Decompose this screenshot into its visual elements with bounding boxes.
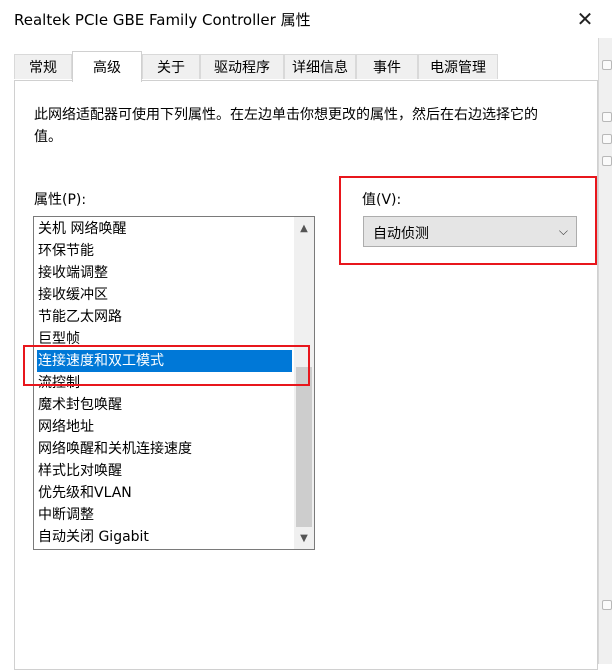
list-item[interactable]: 网络唤醒和关机连接速度: [37, 438, 192, 460]
tab-driver[interactable]: 驱动程序: [200, 54, 284, 79]
chevron-down-icon: ⌵: [558, 224, 568, 238]
tab-events[interactable]: 事件: [356, 54, 418, 79]
tab-details[interactable]: 详细信息: [284, 54, 356, 79]
background-window-edge: [598, 38, 612, 664]
list-item[interactable]: 环保节能: [37, 240, 94, 262]
value-label: 值(V):: [362, 192, 402, 208]
value-dropdown[interactable]: 自动侦测 ⌵: [363, 216, 577, 247]
list-item[interactable]: 网络地址: [37, 416, 94, 438]
background-window-icon: [602, 600, 612, 610]
background-window-icon: [602, 156, 612, 166]
scroll-up-arrow[interactable]: ▲: [294, 219, 314, 237]
list-item[interactable]: 节能乙太网路: [37, 306, 122, 328]
value-dropdown-text: 自动侦测: [373, 226, 429, 242]
tab-general[interactable]: 常规: [14, 54, 72, 79]
background-window-icon: [602, 134, 612, 144]
list-item[interactable]: 魔术封包唤醒: [37, 394, 122, 416]
property-label: 属性(P):: [34, 192, 87, 208]
list-item[interactable]: 自动关闭 Gigabit: [37, 526, 149, 548]
chevron-down-icon: ▼: [300, 532, 308, 544]
list-item[interactable]: 优先级和VLAN: [37, 482, 132, 504]
list-item[interactable]: 接收缓冲区: [37, 284, 108, 306]
list-item[interactable]: 关机 网络唤醒: [37, 218, 126, 240]
chevron-up-icon: ▲: [300, 222, 308, 234]
title-bar: Realtek PCIe GBE Family Controller 属性 ✕: [0, 0, 612, 38]
property-listbox[interactable]: 关机 网络唤醒 环保节能 接收端调整 接收缓冲区 节能乙太网路 巨型帧 连接速度…: [33, 216, 315, 550]
list-item[interactable]: 中断调整: [37, 504, 94, 526]
scroll-thumb[interactable]: [296, 367, 312, 527]
background-window-icon: [602, 112, 612, 122]
close-icon: ✕: [576, 7, 594, 31]
list-item[interactable]: 巨型帧: [37, 328, 80, 350]
close-button[interactable]: ✕: [566, 4, 604, 34]
list-item-selected[interactable]: 连接速度和双工模式: [37, 350, 292, 372]
background-window-icon: [602, 60, 612, 70]
list-scrollbar[interactable]: ▲ ▼: [294, 217, 314, 549]
list-item[interactable]: 样式比对唤醒: [37, 460, 122, 482]
tab-advanced[interactable]: 高级: [72, 51, 142, 82]
list-item[interactable]: 流控制: [37, 372, 80, 394]
tab-about[interactable]: 关于: [142, 54, 200, 79]
tab-power-management[interactable]: 电源管理: [418, 54, 498, 79]
scroll-down-arrow[interactable]: ▼: [294, 529, 314, 547]
description-text: 此网络适配器可使用下列属性。在左边单击你想更改的属性，然后在右边选择它的值。: [34, 107, 538, 145]
window-title: Realtek PCIe GBE Family Controller 属性: [14, 11, 311, 29]
list-item[interactable]: 接收端调整: [37, 262, 108, 284]
